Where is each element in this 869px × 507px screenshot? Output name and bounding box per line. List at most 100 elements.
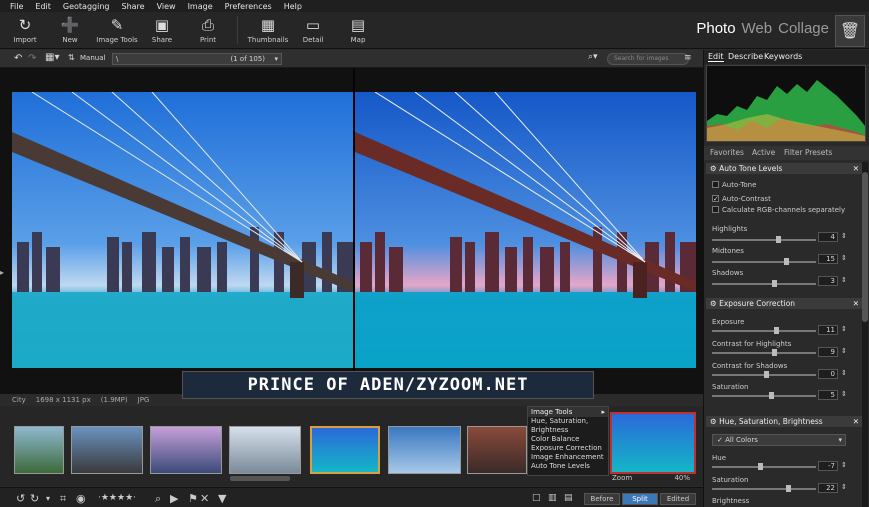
crop-icon[interactable]: ⌗	[60, 492, 66, 506]
menu-help[interactable]: Help	[284, 2, 302, 11]
filmstrip-scrollbar[interactable]	[230, 476, 290, 481]
share-button[interactable]: ▣ Share	[140, 15, 184, 47]
slider-handle[interactable]	[776, 236, 781, 243]
before-button[interactable]: Before	[584, 493, 620, 505]
hsb-header[interactable]: ⚙ Hue, Saturation, Brightness ✕	[706, 416, 862, 427]
menu-file[interactable]: File	[10, 2, 23, 11]
sort-icon[interactable]: ⇅	[68, 53, 75, 62]
rotate-right-icon[interactable]: ↻	[30, 492, 39, 505]
saturation-value[interactable]: 5	[818, 390, 838, 400]
highlights-value[interactable]: 4	[818, 232, 838, 242]
menu-edit[interactable]: Edit	[35, 2, 51, 11]
play-icon[interactable]: ▶	[170, 492, 178, 505]
contrast-shadows-value[interactable]: 0	[818, 369, 838, 379]
tab-filter-presets[interactable]: Filter Presets	[784, 148, 832, 157]
thumbnail[interactable]	[388, 426, 461, 474]
hsb-saturation-slider[interactable]	[712, 485, 816, 492]
new-button[interactable]: ➕ New	[48, 15, 92, 47]
menu-preferences[interactable]: Preferences	[225, 2, 272, 11]
zoom-control[interactable]: Zoom 40%	[612, 474, 696, 482]
menu-lines-icon[interactable]: ≡	[684, 53, 692, 63]
spinner-icon[interactable]: ⇕	[841, 483, 847, 491]
back-arrow-icon[interactable]: ↶	[14, 53, 22, 64]
menu-item-exposure[interactable]: Exposure Correction	[528, 444, 608, 453]
contrast-highlights-slider[interactable]	[712, 349, 816, 356]
eye-icon[interactable]: ◉	[76, 492, 86, 505]
trash-button[interactable]: 🗑	[835, 15, 865, 47]
slider-handle[interactable]	[772, 280, 777, 287]
tab-edit[interactable]: Edit	[708, 52, 724, 62]
thumbnail[interactable]	[150, 426, 222, 474]
midtones-value[interactable]: 15	[818, 254, 838, 264]
panel-scrollbar[interactable]	[862, 162, 868, 507]
flag-icon[interactable]: ⚑	[188, 492, 198, 505]
mode-collage[interactable]: Collage	[778, 20, 829, 37]
map-button[interactable]: ▤ Map	[336, 15, 380, 47]
hsb-saturation-value[interactable]: 22	[818, 483, 838, 493]
detail-button[interactable]: ▭ Detail	[291, 15, 335, 47]
thumbnail[interactable]	[467, 426, 527, 474]
spinner-icon[interactable]: ⇕	[841, 276, 847, 284]
forward-arrow-icon[interactable]: ↷	[28, 53, 36, 64]
shadows-value[interactable]: 3	[818, 276, 838, 286]
zoom-icon[interactable]: ⌕	[155, 492, 161, 506]
photo-before[interactable]	[12, 92, 353, 368]
view-grid-icon[interactable]: ▦▾	[45, 52, 59, 63]
slider-handle[interactable]	[769, 392, 774, 399]
menu-share[interactable]: Share	[121, 2, 144, 11]
tools-menu-title[interactable]: Image Tools ▸	[528, 407, 608, 417]
rotate-left-icon[interactable]: ↺	[16, 492, 25, 505]
hue-value[interactable]: -7	[818, 461, 838, 471]
thumbnail[interactable]	[71, 426, 143, 474]
slider-handle[interactable]	[772, 349, 777, 356]
layout-split-icon[interactable]: ▥	[548, 493, 557, 503]
auto-tone-header[interactable]: ⚙ Auto Tone Levels ✕	[706, 163, 862, 174]
slider-handle[interactable]	[758, 463, 763, 470]
image-tools-button[interactable]: ✎ Image Tools	[94, 15, 140, 47]
thumbnail-selected[interactable]	[610, 412, 696, 474]
menu-image[interactable]: Image	[188, 2, 213, 11]
spinner-icon[interactable]: ⇕	[841, 347, 847, 355]
tab-favorites[interactable]: Favorites	[710, 148, 744, 157]
thumbnail[interactable]	[14, 426, 64, 474]
import-button[interactable]: ↻ Import	[3, 15, 47, 47]
spinner-icon[interactable]: ⇕	[841, 390, 847, 398]
tab-describe[interactable]: Describe	[728, 52, 763, 61]
edited-button[interactable]: Edited	[660, 493, 696, 505]
mode-photo[interactable]: Photo	[696, 20, 735, 37]
layout-sidebyside-icon[interactable]: ▤	[564, 493, 573, 503]
slider-handle[interactable]	[764, 371, 769, 378]
sort-label[interactable]: Manual	[80, 54, 105, 62]
slider-handle[interactable]	[784, 258, 789, 265]
spinner-icon[interactable]: ⇕	[841, 369, 847, 377]
contrast-highlights-value[interactable]: 9	[818, 347, 838, 357]
close-icon[interactable]: ✕	[853, 416, 859, 427]
menu-item-color-balance[interactable]: Color Balance	[528, 435, 608, 444]
slider-handle[interactable]	[786, 485, 791, 492]
scrollbar-thumb[interactable]	[862, 172, 868, 322]
auto-contrast-checkbox[interactable]: ✓	[712, 195, 719, 203]
rating-stars-icon[interactable]: ·★★★★·	[98, 493, 136, 503]
thumbnail[interactable]	[229, 426, 301, 474]
tab-keywords[interactable]: Keywords	[764, 52, 802, 61]
menu-item-hsb[interactable]: Hue, Saturation, Brightness	[528, 417, 608, 435]
search-icon[interactable]: ⌕▾	[588, 52, 598, 62]
delete-icon[interactable]: ✕	[200, 492, 209, 505]
print-button[interactable]: ⎙ Print	[186, 15, 230, 47]
menu-item-auto-tone[interactable]: Auto Tone Levels	[528, 462, 608, 471]
mode-web[interactable]: Web	[742, 20, 773, 37]
contrast-shadows-slider[interactable]	[712, 371, 816, 378]
spinner-icon[interactable]: ⇕	[841, 254, 847, 262]
close-icon[interactable]: ✕	[853, 298, 859, 309]
search-input[interactable]: Search for images	[607, 53, 689, 65]
layout-single-icon[interactable]: □	[532, 493, 541, 503]
exposure-header[interactable]: ⚙ Exposure Correction ✕	[706, 298, 862, 309]
shadows-slider[interactable]	[712, 280, 816, 287]
spinner-icon[interactable]: ⇕	[841, 232, 847, 240]
color-select[interactable]: ✓ All Colors ▾	[712, 434, 846, 446]
chevron-down-icon[interactable]: ▾	[46, 494, 50, 503]
path-field[interactable]: \ (1 of 105) ▾	[112, 53, 282, 65]
spinner-icon[interactable]: ⇕	[841, 325, 847, 333]
collapse-left-icon[interactable]: ▸	[0, 268, 4, 277]
menu-geotagging[interactable]: Geotagging	[63, 2, 110, 11]
